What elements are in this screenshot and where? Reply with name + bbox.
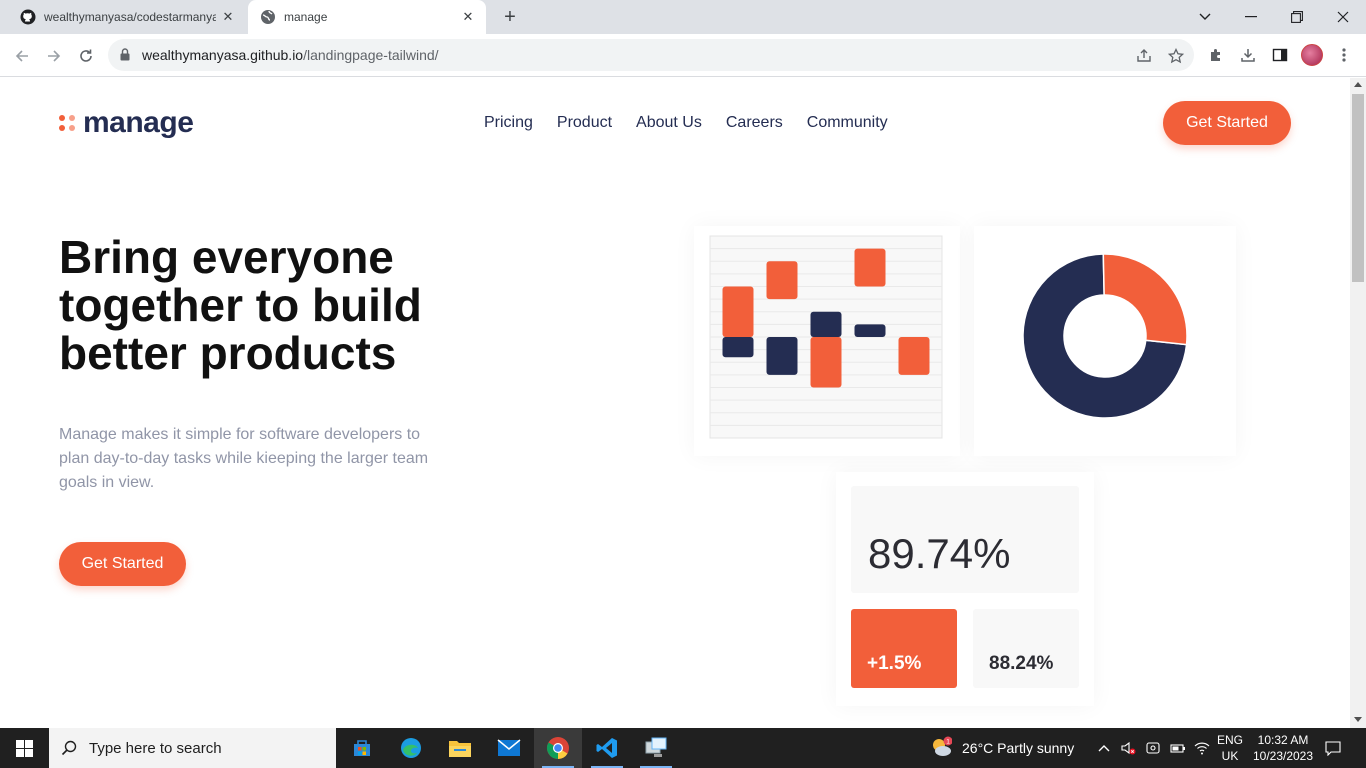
globe-icon: [260, 9, 276, 25]
main-nav: Pricing Product About Us Careers Communi…: [484, 114, 888, 132]
browser-toolbar: wealthymanyasa.github.io/landingpage-tai…: [0, 34, 1366, 77]
bookmark-star-icon[interactable]: [1166, 46, 1186, 66]
nav-careers[interactable]: Careers: [726, 114, 783, 132]
meet-now-camera-icon[interactable]: [1145, 740, 1161, 756]
show-hidden-icons-chevron-icon[interactable]: [1096, 740, 1112, 756]
donut-slice: [1102, 253, 1188, 346]
stat-secondary-value: 88.24%: [989, 653, 1054, 674]
forward-arrow-icon[interactable]: [40, 42, 68, 70]
restore-icon[interactable]: [1274, 0, 1320, 34]
close-icon[interactable]: ✕: [456, 9, 480, 25]
file-explorer-icon[interactable]: [436, 728, 484, 768]
clock-date: 10/23/2023: [1252, 749, 1314, 763]
hero-subtitle: Manage makes it simple for software deve…: [59, 426, 429, 491]
bar-mark: [810, 337, 842, 388]
bar-mark: [898, 337, 930, 375]
scroll-up-arrow-icon[interactable]: [1354, 82, 1362, 87]
notifications-icon[interactable]: [1325, 740, 1341, 756]
nav-community[interactable]: Community: [807, 114, 888, 132]
system-clock[interactable]: 10:32 AM 10/23/2023: [1244, 732, 1322, 764]
search-placeholder: Type here to search: [89, 739, 222, 757]
weather-text[interactable]: 26°C Partly sunny: [962, 740, 1074, 756]
chrome-icon[interactable]: [534, 728, 582, 768]
kebab-menu-icon[interactable]: [1333, 44, 1355, 66]
new-tab-plus-icon[interactable]: +: [498, 5, 522, 29]
nav-pricing[interactable]: Pricing: [484, 114, 533, 132]
hero-get-started-button[interactable]: Get Started: [59, 542, 186, 586]
tab-title: manage: [284, 10, 328, 24]
stat-main-value: 89.74%: [868, 530, 1011, 577]
side-panel-icon[interactable]: [1269, 44, 1291, 66]
close-icon[interactable]: ✕: [216, 9, 240, 25]
taskbar-search-input[interactable]: Type here to search: [49, 728, 336, 768]
extensions-puzzle-icon[interactable]: [1205, 44, 1227, 66]
bar-mark: [766, 261, 798, 300]
scrollbar-thumb[interactable]: [1352, 94, 1364, 282]
donut-chart: [1022, 253, 1188, 419]
bar-mark: [722, 286, 754, 337]
wifi-icon[interactable]: [1194, 740, 1210, 756]
logo-dots-icon: [59, 115, 75, 131]
tab-search-chevron-icon[interactable]: [1182, 0, 1228, 34]
browser-tabstrip: wealthymanyasa/codestarmanyasa ✕ manage …: [0, 0, 1366, 34]
nav-product[interactable]: Product: [557, 114, 612, 132]
url-text: wealthymanyasa.github.io/landingpage-tai…: [142, 47, 439, 63]
url-path: /landingpage-tailwind/: [303, 47, 439, 63]
profile-avatar[interactable]: [1301, 44, 1323, 66]
windows-taskbar: Type here to search 1 26°C Partly sunny …: [0, 728, 1366, 768]
scroll-down-arrow-icon[interactable]: [1354, 717, 1362, 722]
header-get-started-button[interactable]: Get Started: [1163, 101, 1291, 145]
stat-main-tile: 89.74%: [851, 486, 1079, 593]
battery-icon[interactable]: [1170, 740, 1186, 756]
vscode-icon[interactable]: [583, 728, 631, 768]
bar-chart: [709, 235, 943, 439]
browser-tab-github[interactable]: wealthymanyasa/codestarmanyasa ✕: [8, 0, 246, 34]
weather-partly-sunny-icon[interactable]: 1: [930, 736, 952, 758]
window-close-icon[interactable]: [1320, 0, 1366, 34]
bar-mark: [722, 337, 754, 358]
url-host: wealthymanyasa.github.io: [142, 47, 304, 63]
minimize-icon[interactable]: [1228, 0, 1274, 34]
tab-title: wealthymanyasa/codestarmanyasa: [44, 10, 216, 24]
lock-icon[interactable]: [120, 48, 130, 66]
logo[interactable]: manage: [59, 106, 194, 140]
bar-mark: [810, 311, 842, 337]
reload-icon[interactable]: [72, 42, 100, 70]
volume-muted-icon[interactable]: [1120, 740, 1136, 756]
bar-mark: [766, 337, 798, 375]
bar-mark: [854, 324, 886, 337]
stat-change-value: +1.5%: [867, 653, 922, 674]
mail-icon[interactable]: [485, 728, 533, 768]
browser-tab-manage[interactable]: manage ✕: [248, 0, 486, 34]
search-icon: [61, 740, 77, 756]
clock-time: 10:32 AM: [1257, 733, 1309, 747]
address-bar[interactable]: wealthymanyasa.github.io/landingpage-tai…: [108, 39, 1194, 71]
download-icon[interactable]: [1237, 44, 1259, 66]
bar-mark: [854, 248, 886, 287]
remote-desktop-icon[interactable]: [632, 728, 680, 768]
microsoft-store-icon[interactable]: [338, 728, 386, 768]
github-icon: [20, 9, 36, 25]
share-icon[interactable]: [1134, 46, 1154, 66]
weather-badge: 1: [946, 738, 950, 745]
page-scrollbar[interactable]: [1350, 78, 1366, 728]
logo-text: manage: [83, 106, 194, 139]
stats-card: 89.74% +1.5% 88.24%: [836, 472, 1094, 706]
hero-title: Bring everyone together to build better …: [59, 231, 422, 379]
page-viewport: manage Pricing Product About Us Careers …: [0, 78, 1350, 728]
back-arrow-icon[interactable]: [8, 42, 36, 70]
stat-secondary-tile: 88.24%: [973, 609, 1079, 688]
nav-about-us[interactable]: About Us: [636, 114, 702, 132]
donut-chart-card: [974, 226, 1236, 456]
windows-start-icon[interactable]: [0, 728, 48, 768]
stat-change-tile: +1.5%: [851, 609, 957, 688]
bar-chart-card: [694, 226, 960, 456]
edge-browser-icon[interactable]: [387, 728, 435, 768]
